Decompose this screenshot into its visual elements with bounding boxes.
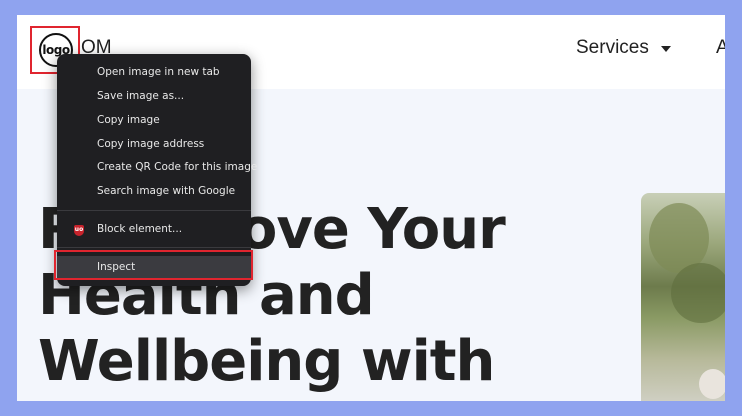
menu-item-label: Copy image — [97, 114, 160, 126]
browser-context-menu: Open image in new tab Save image as... C… — [54, 54, 257, 286]
foliage-shape — [671, 263, 725, 323]
hero-photo — [641, 193, 725, 401]
inspect-highlight-box — [54, 250, 253, 280]
menu-item-label: Copy image address — [97, 138, 205, 150]
menu-item-save-image-as[interactable]: Save image as... — [57, 85, 251, 108]
menu-item-label: Create QR Code for this image — [97, 161, 258, 173]
menu-separator — [57, 210, 251, 211]
caret-down-icon — [660, 46, 671, 52]
nav-next-item[interactable]: A — [716, 37, 725, 59]
menu-item-label: Search image with Google — [97, 185, 236, 197]
person-head-shape — [699, 369, 725, 399]
menu-item-create-qr-code[interactable]: Create QR Code for this image — [57, 156, 257, 179]
menu-separator — [57, 247, 251, 248]
menu-item-search-image-google[interactable]: Search image with Google — [57, 180, 251, 203]
menu-item-copy-image[interactable]: Copy image — [57, 109, 251, 132]
menu-item-label: Open image in new tab — [97, 66, 220, 78]
ublock-shield-icon: uo — [74, 225, 84, 236]
menu-item-label: Block element... — [97, 223, 183, 235]
nav-services-dropdown[interactable]: Services — [576, 37, 671, 59]
hero-line-3: Wellbeing with — [38, 329, 495, 394]
menu-item-copy-image-address[interactable]: Copy image address — [57, 133, 251, 156]
menu-item-block-element[interactable]: uo Block element... — [57, 218, 251, 241]
nav-services-label: Services — [576, 37, 649, 58]
menu-item-label: Save image as... — [97, 90, 185, 102]
menu-item-open-image-new-tab[interactable]: Open image in new tab — [57, 61, 251, 84]
